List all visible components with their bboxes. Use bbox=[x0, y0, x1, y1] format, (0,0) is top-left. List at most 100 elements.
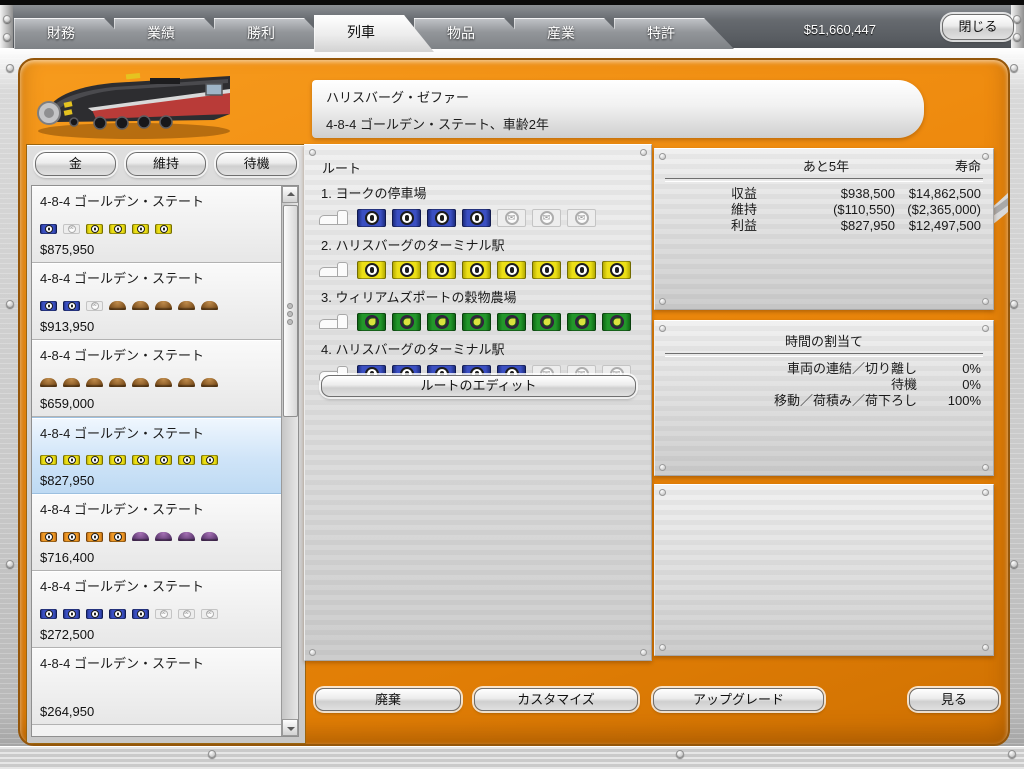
car-cargo-disc bbox=[68, 533, 76, 541]
mail-car-icon bbox=[63, 455, 80, 465]
screw-icon bbox=[982, 298, 989, 305]
bulk-load-icon bbox=[178, 532, 195, 541]
screw-icon bbox=[659, 153, 666, 160]
bulk-load-icon bbox=[201, 532, 218, 541]
customize-button[interactable]: カスタマイズ bbox=[474, 688, 638, 711]
train-list-item[interactable]: 4-8-4 ゴールデン・ステート$264,950 bbox=[32, 648, 281, 725]
screw-icon bbox=[309, 149, 316, 156]
bulk-load-icon bbox=[132, 532, 149, 541]
car-cargo-disc bbox=[206, 610, 214, 618]
screw-icon bbox=[659, 464, 666, 471]
time-allocation-panel: 時間の割当て 車両の連結／切り離し0%待機0%移動／荷積み／荷下ろし100% bbox=[654, 320, 994, 476]
car-cargo-disc bbox=[160, 610, 168, 618]
bulk-load-icon bbox=[155, 378, 172, 387]
stats-five-year-value: $827,950 bbox=[757, 218, 895, 234]
train-status-clipped: ハリスバーグ・ゼファーは現在穀物を降ろしています bbox=[326, 133, 924, 138]
train-list-item[interactable]: 4-8-4 ゴールデン・ステート$272,500 bbox=[32, 571, 281, 648]
tab-patents[interactable]: 特許 bbox=[614, 18, 734, 49]
train-list-scrollbar[interactable] bbox=[281, 186, 298, 736]
bulk-load-icon bbox=[63, 378, 80, 387]
train-list-item[interactable]: 4-8-4 ゴールデン・ステート$827,950 bbox=[32, 417, 281, 494]
screw-icon bbox=[982, 325, 989, 332]
car-cargo-disc bbox=[540, 263, 554, 277]
passenger-car-icon bbox=[427, 209, 456, 227]
consist-icons bbox=[40, 682, 273, 694]
screw-icon bbox=[659, 644, 666, 651]
stats-lifetime-value: ($2,365,000) bbox=[895, 202, 981, 218]
scroll-thumb[interactable] bbox=[283, 205, 298, 417]
locomotive-icon bbox=[318, 262, 352, 278]
bulk-load-icon bbox=[155, 532, 172, 541]
mail-car-icon bbox=[178, 455, 195, 465]
consist-icons bbox=[40, 528, 273, 540]
grain-car-icon bbox=[427, 313, 456, 331]
car-cargo-disc bbox=[470, 315, 484, 329]
grain-car-icon bbox=[602, 313, 631, 331]
stop-name: 1. ヨークの停車場 bbox=[321, 183, 651, 202]
route-panel: ルート 1. ヨークの停車場2. ハリスバーグのターミナル駅3. ウィリアムズポ… bbox=[304, 144, 652, 661]
screw-icon bbox=[208, 750, 216, 758]
grain-car-icon bbox=[462, 313, 491, 331]
mail-car-icon bbox=[357, 261, 386, 279]
idle-filter-button[interactable]: 待機 bbox=[216, 152, 297, 176]
tab-bar-cap-left bbox=[0, 5, 13, 48]
car-cargo-disc bbox=[575, 315, 589, 329]
car-cargo-disc bbox=[505, 263, 519, 277]
train-list-item[interactable]: 4-8-4 ゴールデン・ステート$659,000 bbox=[32, 340, 281, 417]
train-name: 4-8-4 ゴールデン・ステート bbox=[40, 576, 273, 595]
route-edit-button[interactable]: ルートのエディット bbox=[321, 375, 636, 397]
train-rows: 4-8-4 ゴールデン・ステート$875,9504-8-4 ゴールデン・ステート… bbox=[32, 186, 281, 736]
train-profit: $827,950 bbox=[40, 473, 273, 488]
time-row-label: 待機 bbox=[667, 377, 917, 393]
passenger-car-icon bbox=[86, 609, 103, 619]
scroll-down-button[interactable] bbox=[282, 719, 298, 736]
car-cargo-disc bbox=[470, 263, 484, 277]
train-list-item[interactable]: 4-8-4 ゴールデン・ステート$913,950 bbox=[32, 263, 281, 340]
car-cargo-disc bbox=[435, 211, 449, 225]
bulk-load-icon bbox=[86, 378, 103, 387]
car-cargo-disc bbox=[400, 211, 414, 225]
train-profit: $913,950 bbox=[40, 319, 273, 334]
route-stop[interactable]: 3. ウィリアムズポートの穀物農場 bbox=[318, 287, 651, 333]
upgrade-button[interactable]: アップグレード bbox=[653, 688, 824, 711]
stats-row-label: 収益 bbox=[667, 186, 757, 202]
car-cargo-disc bbox=[610, 315, 624, 329]
car-cargo-disc bbox=[137, 456, 145, 464]
train-list-item[interactable]: 4-8-4 ゴールデン・ステート$875,950 bbox=[32, 186, 281, 263]
car-cargo-disc bbox=[435, 263, 449, 277]
empty-car-icon bbox=[497, 209, 526, 227]
train-profit: $716,400 bbox=[40, 550, 273, 565]
screw-icon bbox=[640, 649, 647, 656]
car-cargo-disc bbox=[68, 610, 76, 618]
stop-consist bbox=[318, 311, 651, 333]
close-button[interactable]: 閉じる bbox=[942, 14, 1014, 40]
car-cargo-disc bbox=[400, 315, 414, 329]
train-name: ハリスバーグ・ゼファー bbox=[326, 80, 924, 106]
bulk-load-icon bbox=[109, 301, 126, 310]
mail-car-icon bbox=[392, 261, 421, 279]
passenger-car-icon bbox=[40, 224, 57, 234]
stats-lifetime-value: $14,862,500 bbox=[895, 186, 981, 202]
divider bbox=[665, 178, 983, 182]
player-cash: $51,660,447 bbox=[804, 22, 876, 37]
car-cargo-disc bbox=[45, 456, 53, 464]
time-row-value: 0% bbox=[917, 361, 981, 377]
passenger-car-icon bbox=[40, 301, 57, 311]
screw-icon bbox=[3, 15, 11, 23]
train-list-item[interactable]: 4-8-4 ゴールデン・ステート$716,400 bbox=[32, 494, 281, 571]
passenger-car-icon bbox=[63, 609, 80, 619]
stats-row-label: 維持 bbox=[667, 202, 757, 218]
train-name: 4-8-4 ゴールデン・ステート bbox=[40, 653, 273, 672]
consist-icons bbox=[40, 220, 273, 232]
mail-car-icon bbox=[427, 261, 456, 279]
route-stop[interactable]: 1. ヨークの停車場 bbox=[318, 183, 651, 229]
maintenance-filter-button[interactable]: 維持 bbox=[126, 152, 207, 176]
scroll-up-button[interactable] bbox=[282, 186, 298, 203]
mail-car-icon bbox=[109, 224, 126, 234]
mail-car-icon bbox=[462, 261, 491, 279]
route-stop[interactable]: 2. ハリスバーグのターミナル駅 bbox=[318, 235, 651, 281]
screw-icon bbox=[982, 153, 989, 160]
view-button[interactable]: 見る bbox=[909, 688, 999, 711]
money-filter-button[interactable]: 金 bbox=[35, 152, 116, 176]
scrap-button[interactable]: 廃棄 bbox=[315, 688, 461, 711]
